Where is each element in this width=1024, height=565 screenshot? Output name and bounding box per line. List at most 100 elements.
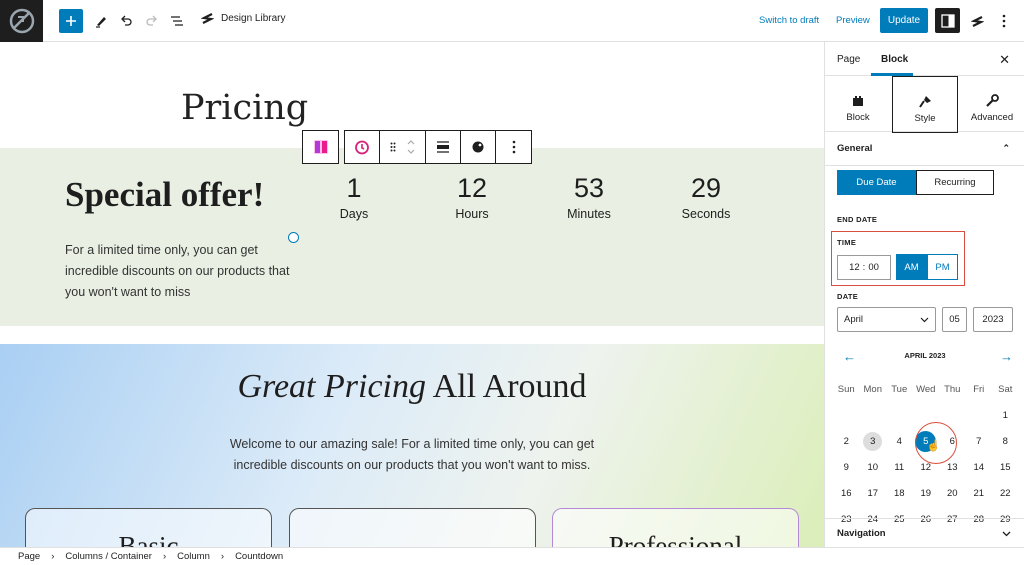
hour-field[interactable]: 12 (849, 262, 860, 273)
settings-sidebar: Page Block ✕ Block Style Advanced Genera… (824, 42, 1024, 547)
pricing-title-rest: All Around (425, 368, 587, 405)
tools-button[interactable] (89, 9, 113, 33)
weekday-label: Thu (944, 383, 961, 395)
breadcrumb-column[interactable]: Column (177, 551, 210, 562)
editor-top-bar: Design Library Switch to draft Preview U… (0, 0, 1024, 42)
day-number: 14 (973, 461, 985, 473)
close-icon[interactable]: ✕ (999, 52, 1010, 68)
subtab-style[interactable]: Style (892, 76, 958, 133)
calendar-day[interactable]: 18 (886, 488, 913, 499)
pricing-section[interactable]: Great Pricing All Around Welcome to our … (0, 344, 824, 547)
resize-handle[interactable] (288, 232, 299, 243)
calendar-month-title: APRIL 2023 (904, 351, 946, 360)
calendar-day[interactable]: 6 (939, 436, 966, 447)
plus-icon (66, 16, 76, 26)
day-number: 12 (920, 461, 932, 473)
recurring-button[interactable]: Recurring (916, 170, 994, 195)
day-number: 2 (843, 435, 849, 447)
undo-button[interactable] (114, 9, 138, 33)
calendar-day[interactable]: 12 (913, 462, 940, 473)
block-toolbar (302, 130, 532, 164)
minute-field[interactable]: 00 (868, 262, 879, 273)
preview-button[interactable]: Preview (836, 15, 870, 26)
am-button[interactable]: AM (896, 254, 927, 280)
due-date-button[interactable]: Due Date (837, 170, 916, 195)
pricing-title[interactable]: Great Pricing All Around (0, 368, 824, 406)
calendar-day[interactable]: 14 (966, 462, 993, 473)
pricing-card-middle[interactable] (289, 508, 536, 547)
calendar-day[interactable]: 7 (966, 436, 993, 447)
calendar-day[interactable]: 10 (860, 462, 887, 473)
calendar-day[interactable]: 13 (939, 462, 966, 473)
drag-handle-icon[interactable] (390, 142, 396, 152)
document-overview-button[interactable] (165, 9, 189, 33)
pricing-title-italic: Great Pricing (237, 368, 426, 405)
logo-icon (9, 8, 34, 34)
update-button[interactable]: Update (880, 8, 928, 33)
switch-to-draft-button[interactable]: Switch to draft (759, 15, 819, 26)
options-menu-button[interactable] (992, 9, 1016, 33)
calendar-day[interactable]: 15 (992, 462, 1019, 473)
subtab-block[interactable]: Block (825, 84, 891, 138)
weekday-label: Mon (863, 383, 882, 395)
calendar-day[interactable]: 2 (833, 436, 860, 447)
breadcrumb-countdown[interactable]: Countdown (235, 551, 283, 562)
pricing-card-basic[interactable]: Basic (25, 508, 272, 547)
countdown-minutes[interactable]: 53 Minutes (544, 172, 634, 221)
calendar-day[interactable]: 4 (886, 436, 913, 447)
calendar-day[interactable]: 11 (886, 462, 913, 473)
special-offer-section[interactable]: Special offer! For a limited time only, … (0, 148, 824, 326)
calendar-grid: Sun Mon Tue Wed Thu Fri Sat 1 2 3 4 5 ☝ 6 7 8 9 10… (833, 376, 1019, 532)
page-heading[interactable]: Pricing (181, 88, 308, 128)
tab-block[interactable]: Block (881, 54, 908, 65)
calendar-day[interactable]: 5 ☝ (913, 421, 957, 464)
settings-panel-toggle[interactable] (935, 8, 960, 33)
next-month-arrow-icon[interactable]: → (1000, 349, 1013, 364)
time-input[interactable]: 12 : 00 (837, 255, 891, 280)
day-input[interactable]: 05 (942, 307, 967, 332)
navigation-panel-header[interactable]: Navigation (825, 518, 1024, 547)
calendar-day[interactable]: 17 (860, 488, 887, 499)
offer-text[interactable]: For a limited time only, you can get inc… (65, 240, 295, 303)
day-number: 7 (976, 435, 982, 447)
style-copy-button[interactable] (461, 131, 496, 163)
select-parent-button[interactable] (303, 131, 338, 163)
calendar-day[interactable]: 8 (992, 436, 1019, 447)
calendar-day[interactable]: 21 (966, 488, 993, 499)
breadcrumb-page[interactable]: Page (18, 551, 40, 562)
redo-button[interactable] (140, 9, 164, 33)
calendar-day[interactable]: 22 (992, 488, 1019, 499)
add-block-button[interactable] (59, 9, 83, 33)
countdown-hours-value: 12 (456, 173, 488, 203)
block-type-button[interactable] (345, 131, 380, 163)
pricing-text[interactable]: Welcome to our amazing sale! For a limit… (0, 434, 824, 476)
countdown-days[interactable]: 1 Days (309, 172, 399, 221)
offer-title[interactable]: Special offer! (65, 175, 264, 215)
day-number: 1 (1002, 409, 1008, 421)
undo-icon (121, 15, 132, 26)
alignment-button[interactable] (426, 131, 461, 163)
am-pm-toggle: AM PM (896, 254, 958, 280)
subtab-advanced[interactable]: Advanced (959, 84, 1024, 138)
document-title[interactable]: Design Library (201, 12, 285, 25)
calendar-day[interactable]: 20 (939, 488, 966, 499)
year-input[interactable]: 2023 (973, 307, 1013, 332)
breadcrumb-columns-container[interactable]: Columns / Container (65, 551, 152, 562)
stackable-settings-button[interactable] (965, 9, 989, 33)
tab-page[interactable]: Page (837, 54, 860, 65)
pm-button[interactable]: PM (927, 254, 958, 280)
block-options-button[interactable] (496, 131, 531, 163)
site-logo[interactable] (0, 0, 43, 42)
pricing-card-professional[interactable]: Professional (552, 508, 799, 547)
editor-canvas: Pricing Special offer! For a limited tim… (0, 42, 824, 547)
countdown-hours[interactable]: 12 Hours (427, 172, 517, 221)
countdown-seconds[interactable]: 29 Seconds (661, 172, 751, 221)
calendar-day[interactable]: 1 (992, 410, 1019, 421)
subtab-style-label: Style (914, 113, 936, 124)
month-select[interactable]: April (837, 307, 936, 332)
move-up-down-icon[interactable] (406, 137, 416, 157)
calendar-day[interactable]: 19 (913, 488, 940, 499)
calendar-day[interactable]: 9 (833, 462, 860, 473)
calendar-day[interactable]: 16 (833, 488, 860, 499)
calendar-day[interactable]: 3 (860, 431, 887, 451)
